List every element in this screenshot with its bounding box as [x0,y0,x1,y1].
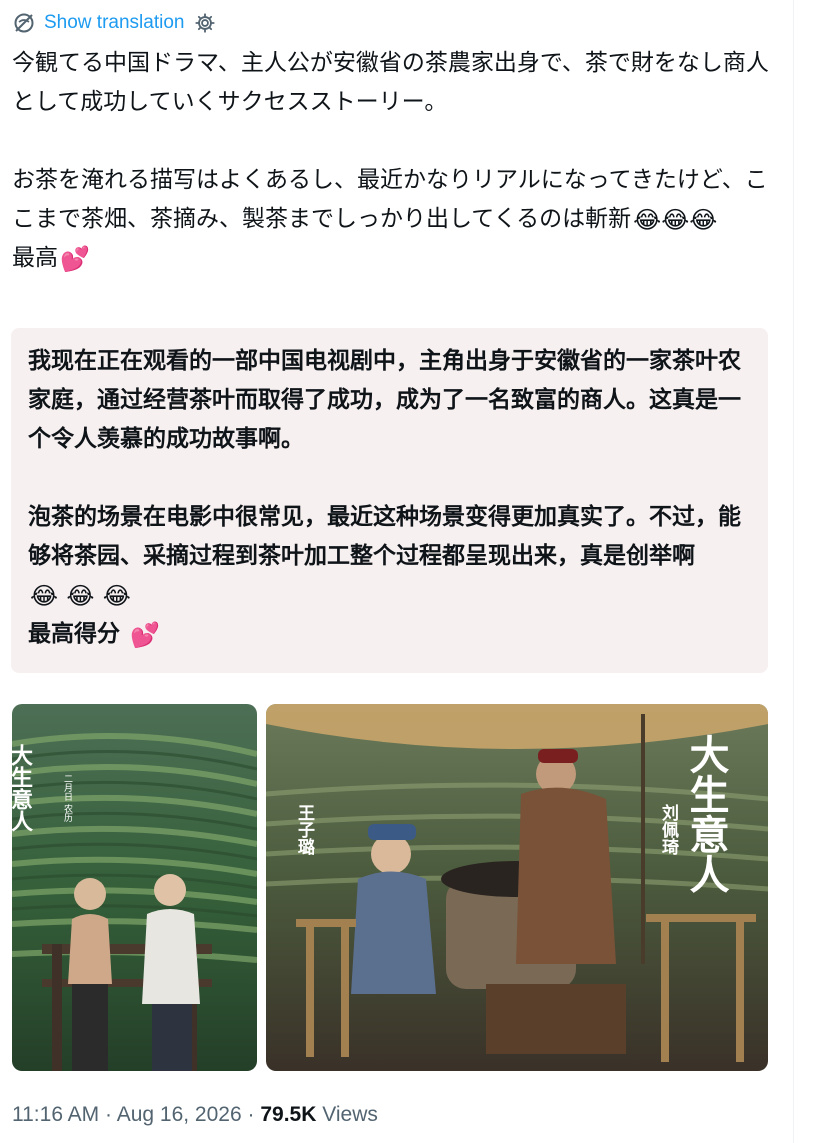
two-hearts-emoji-translated: 💕 [130,621,160,649]
poster-side-text: 二月日 农历 [62,774,73,823]
poster-title-left: 大生意人 [12,744,33,832]
translate-globe-icon [12,11,36,35]
views-label: Views [322,1103,378,1126]
translation-box: 我现在正在观看的一部中国电视剧中，主角出身于安徽省的一家茶叶农家庭，通过经营茶叶… [11,328,768,673]
translation-bar: Show translation [12,8,216,38]
poster-title-right: 大生意人 [683,734,730,894]
show-translation-link[interactable]: Show translation [44,12,184,34]
tweet-date[interactable]: Aug 16, 2026 [117,1103,242,1126]
translated-body: 我现在正在观看的一部中国电视剧中，主角出身于安徽省的一家茶叶农家庭，通过经营茶叶… [28,348,741,569]
original-body: 今観てる中国ドラマ、主人公が安徽省の茶農家出身で、茶で財をなし商人として成功して… [12,50,769,232]
translated-text: 我现在正在观看的一部中国电视剧中，主角出身于安徽省的一家茶叶农家庭，通过经营茶叶… [28,342,748,654]
tweet-time[interactable]: 11:16 AM [12,1103,99,1126]
column-divider [793,0,794,1143]
two-hearts-emoji: 💕 [60,245,90,273]
actor-name-left: 王子璐 [294,804,315,856]
tweet-image-tea-roasting[interactable]: 大生意人 刘佩琦 王子璐 [266,704,768,1071]
original-closing: 最高 [12,245,58,271]
views-count: 79.5K [260,1103,317,1126]
tweet-original-text: 今観てる中国ドラマ、主人公が安徽省の茶農家出身で、茶で財をなし商人として成功して… [12,44,772,278]
meta-separator: · [105,1103,113,1126]
meta-separator: · [247,1103,255,1126]
tweet-meta: 11:16 AM · Aug 16, 2026 · 79.5K Views [12,1103,378,1127]
tears-of-joy-emojis-translated: 😂 😂 😂 [30,582,131,610]
translated-closing: 最高得分 [28,621,120,647]
gear-icon[interactable] [194,12,216,34]
tweet-image-tea-terraces[interactable]: 大生意人 二月日 农历 [12,704,257,1071]
tears-of-joy-emojis: 😂😂😂 [633,206,718,234]
actor-name-right: 刘佩琦 [658,803,679,856]
